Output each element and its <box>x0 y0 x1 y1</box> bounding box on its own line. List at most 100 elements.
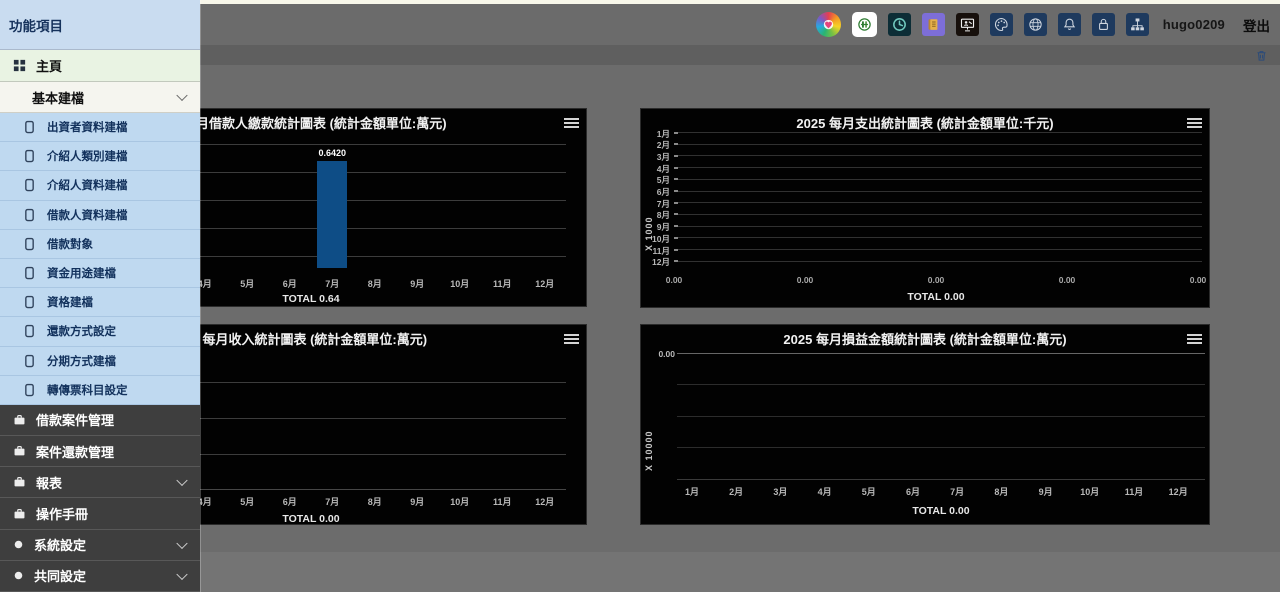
x-axis-line <box>677 479 1205 480</box>
sidebar-item-14[interactable]: 案件還款管理 <box>0 436 200 467</box>
x-axis-label: 9月 <box>410 495 424 508</box>
chevron-down-icon <box>176 569 187 580</box>
sidebar-item-label: 資金用途建檔 <box>47 265 116 281</box>
sidebar-item-4[interactable]: 介紹人類別建檔 <box>0 142 200 171</box>
sidebar-item-17[interactable]: 系統設定 <box>0 530 200 561</box>
chart-menu-icon[interactable] <box>564 116 579 130</box>
y-axis-tick-label: 0.00 <box>653 349 675 359</box>
x-axis-tick-label: 0.00 <box>797 275 814 285</box>
bank-logo-icon[interactable] <box>852 12 877 37</box>
tablet-icon <box>24 266 35 280</box>
chart-panel-monthly-expense: 2025 每月支出統計圖表 (統計金額單位:千元)1月2月3月4月5月6月7月8… <box>640 108 1210 308</box>
sidebar-item-16[interactable]: 操作手冊 <box>0 498 200 529</box>
x-axis-label: 7月 <box>325 277 339 290</box>
sidebar-item-15[interactable]: 報表 <box>0 467 200 498</box>
x-axis-label: 12月 <box>1169 485 1188 498</box>
clock-icon[interactable] <box>888 13 911 36</box>
axis-tick <box>674 249 678 251</box>
sidebar-item-label: 案件還款管理 <box>36 442 114 461</box>
briefcase-icon <box>12 507 27 521</box>
lock-icon[interactable] <box>1092 13 1115 36</box>
axis-tick <box>674 260 678 262</box>
axis-tick <box>674 237 678 239</box>
sidebar-item-7[interactable]: 借款對象 <box>0 230 200 259</box>
presentation-icon[interactable] <box>956 13 979 36</box>
chart-gridline <box>674 179 1202 180</box>
sidebar-item-label: 借款對象 <box>47 236 93 252</box>
axis-tick <box>674 155 678 157</box>
sidebar-item-6[interactable]: 借款人資料建檔 <box>0 201 200 230</box>
sidebar-item-8[interactable]: 資金用途建檔 <box>0 259 200 288</box>
chart-gridline <box>674 202 1202 203</box>
sidebar-item-2[interactable]: 基本建檔 <box>0 82 200 113</box>
circle-icon <box>12 569 25 582</box>
sidebar-item-13[interactable]: 借款案件管理 <box>0 405 200 436</box>
sidebar-item-label: 共同設定 <box>34 566 86 585</box>
x-axis-label: 8月 <box>368 495 382 508</box>
chart-gridline <box>677 416 1205 417</box>
chart-menu-icon[interactable] <box>1187 332 1202 346</box>
chart-gridline <box>674 261 1202 262</box>
sidebar-item-label: 系統設定 <box>34 535 86 554</box>
sidebar-item-3[interactable]: 出資者資料建檔 <box>0 113 200 142</box>
bell-icon[interactable] <box>1058 13 1081 36</box>
sidebar-menu: 主頁基本建檔出資者資料建檔介紹人類別建檔介紹人資料建檔借款人資料建檔借款對象資金… <box>0 50 200 592</box>
chart-total-label: TOTAL 0.00 <box>907 291 964 303</box>
chart-gridline <box>674 144 1202 145</box>
sidebar-item-label: 報表 <box>36 473 62 492</box>
sidebar-item-label: 分期方式建檔 <box>47 353 116 369</box>
chart-gridline <box>674 191 1202 192</box>
tablet-icon <box>24 383 35 397</box>
chevron-down-icon <box>176 475 187 486</box>
sidebar-item-label: 介紹人資料建檔 <box>47 177 128 193</box>
chart-gridline <box>674 249 1202 250</box>
x-axis-label: 10月 <box>1080 485 1099 498</box>
sitemap-icon[interactable] <box>1126 13 1149 36</box>
x-axis-label: 6月 <box>906 485 920 498</box>
sidebar-item-1[interactable]: 主頁 <box>0 50 200 82</box>
sidebar: 功能項目 主頁基本建檔出資者資料建檔介紹人類別建檔介紹人資料建檔借款人資料建檔借… <box>0 0 200 592</box>
chart-gridline <box>674 132 1202 133</box>
x-axis-label: 6月 <box>283 277 297 290</box>
x-axis-label: 3月 <box>773 485 787 498</box>
sidebar-item-label: 基本建檔 <box>32 88 84 107</box>
axis-tick <box>674 202 678 204</box>
x-axis-label: 10月 <box>450 277 469 290</box>
scroll-icon[interactable] <box>922 13 945 36</box>
x-axis-label: 12月 <box>535 495 554 508</box>
palette-icon[interactable] <box>990 13 1013 36</box>
y-axis-label: 3月 <box>643 151 670 163</box>
axis-multiplier-label: X 1000 <box>644 167 654 251</box>
globe-icon[interactable] <box>1024 13 1047 36</box>
sidebar-item-18[interactable]: 共同設定 <box>0 561 200 592</box>
sidebar-item-label: 操作手冊 <box>36 504 88 523</box>
x-axis-label: 4月 <box>818 485 832 498</box>
axis-tick <box>674 178 678 180</box>
sidebar-item-12[interactable]: 轉傳票科目設定 <box>0 376 200 405</box>
sidebar-item-label: 主頁 <box>36 56 62 75</box>
x-axis-label: 11月 <box>1125 485 1144 498</box>
x-axis-tick-label: 0.00 <box>928 275 945 285</box>
tablet-icon <box>24 324 35 338</box>
sidebar-item-11[interactable]: 分期方式建檔 <box>0 347 200 376</box>
toolbar-trash-icon[interactable] <box>1255 49 1268 62</box>
chart-menu-icon[interactable] <box>564 332 579 346</box>
sidebar-item-label: 借款案件管理 <box>36 410 114 429</box>
bar-value-label: 0.6420 <box>318 148 346 158</box>
logout-button[interactable]: 登出 <box>1243 15 1270 35</box>
sidebar-item-label: 借款人資料建檔 <box>47 207 128 223</box>
navbar-icon-group <box>816 12 1149 37</box>
sidebar-title-bar: 功能項目 <box>0 0 200 50</box>
chart-gridline <box>674 237 1202 238</box>
grid-icon <box>12 58 27 73</box>
chart-bar <box>317 161 347 268</box>
sidebar-item-5[interactable]: 介紹人資料建檔 <box>0 171 200 200</box>
sidebar-item-10[interactable]: 還款方式設定 <box>0 317 200 346</box>
colorful-logo-icon[interactable] <box>816 12 841 37</box>
sidebar-item-9[interactable]: 資格建檔 <box>0 288 200 317</box>
tablet-icon <box>24 178 35 192</box>
username[interactable]: hugo0209 <box>1163 17 1225 32</box>
sidebar-item-label: 轉傳票科目設定 <box>47 382 128 398</box>
x-axis-label: 8月 <box>994 485 1008 498</box>
chart-menu-icon[interactable] <box>1187 116 1202 130</box>
